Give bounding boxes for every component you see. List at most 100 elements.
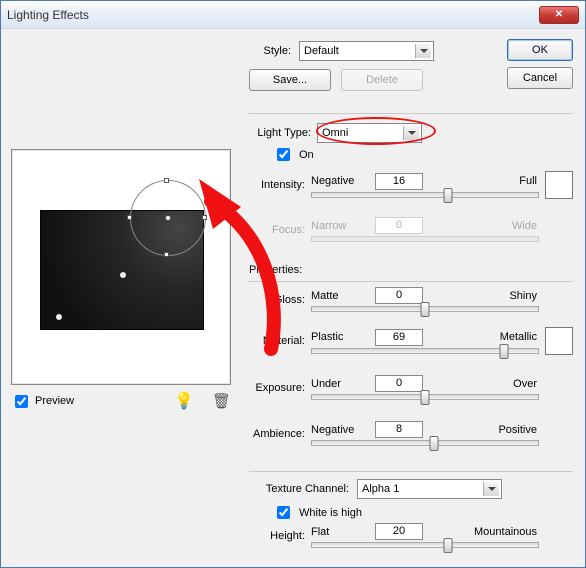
gloss-label: Gloss:	[249, 294, 311, 306]
material-max-label: Metallic	[427, 331, 539, 343]
material-min-label: Plastic	[311, 331, 371, 343]
close-button[interactable]: ✕	[539, 6, 579, 24]
focus-row: Focus: Narrow 0 Wide	[249, 217, 573, 242]
dialog-buttons: OK Cancel	[507, 39, 573, 95]
light-dot	[120, 272, 126, 278]
divider	[249, 113, 573, 114]
chevron-down-icon	[415, 44, 431, 58]
trash-icon[interactable]: 🗑	[212, 392, 231, 410]
height-min-label: Flat	[311, 526, 371, 538]
intensity-max-label: Full	[427, 175, 539, 187]
on-label: On	[299, 149, 314, 161]
white-is-high-label: White is high	[299, 507, 362, 519]
gloss-value[interactable]: 0	[375, 287, 423, 304]
material-slider[interactable]	[311, 348, 539, 354]
chevron-down-icon	[483, 482, 499, 496]
titlebar[interactable]: Lighting Effects ✕	[1, 1, 585, 29]
intensity-slider[interactable]	[311, 192, 539, 198]
material-row: Material: Plastic 69 Metallic	[249, 327, 573, 355]
lightbulb-icon[interactable]: 💡	[174, 391, 194, 411]
chevron-down-icon	[403, 126, 419, 140]
divider	[249, 471, 573, 472]
style-value: Default	[304, 45, 339, 57]
texture-channel-value: Alpha 1	[362, 483, 399, 495]
style-row: Style: Default	[249, 41, 434, 61]
delete-button: Delete	[341, 69, 423, 91]
ok-button[interactable]: OK	[507, 39, 573, 61]
ambience-slider[interactable]	[311, 440, 539, 446]
texture-channel-select[interactable]: Alpha 1	[357, 479, 502, 499]
exposure-row: Exposure: Under 0 Over	[249, 375, 573, 400]
divider	[249, 281, 573, 282]
properties-label: Properties:	[249, 264, 302, 276]
preview-panel: Preview 💡 🗑	[11, 149, 231, 411]
ambience-max-label: Positive	[427, 424, 539, 436]
height-slider[interactable]	[311, 542, 539, 548]
close-icon: ✕	[555, 9, 563, 20]
gloss-row: Gloss: Matte 0 Shiny	[249, 287, 573, 312]
gloss-slider[interactable]	[311, 306, 539, 312]
height-max-label: Mountainous	[427, 526, 539, 538]
light-dot	[56, 314, 62, 320]
preview-checkbox-row: Preview	[11, 392, 74, 411]
light-type-row: Light Type: Omni	[249, 123, 422, 143]
gloss-min-label: Matte	[311, 290, 371, 302]
height-value[interactable]: 20	[375, 523, 423, 540]
light-handle[interactable]	[164, 178, 169, 183]
focus-min-label: Narrow	[311, 220, 371, 232]
white-is-high-row: White is high	[273, 503, 362, 522]
dialog-content: OK Cancel Style: Default Save... Delete …	[1, 29, 585, 567]
slider-thumb[interactable]	[443, 188, 452, 203]
texture-channel-label: Texture Channel:	[249, 483, 349, 495]
light-center-handle[interactable]	[165, 215, 171, 221]
intensity-value[interactable]: 16	[375, 173, 423, 190]
ambience-label: Ambience:	[249, 428, 311, 440]
slider-thumb[interactable]	[430, 436, 439, 451]
light-type-select[interactable]: Omni	[317, 123, 422, 143]
ambience-min-label: Negative	[311, 424, 371, 436]
light-type-value: Omni	[322, 127, 348, 139]
slider-thumb[interactable]	[500, 344, 509, 359]
slider-thumb[interactable]	[421, 390, 430, 405]
light-color-swatch[interactable]	[545, 171, 573, 199]
slider-thumb[interactable]	[421, 302, 430, 317]
preview-checkbox[interactable]	[15, 395, 28, 408]
light-handle[interactable]	[202, 215, 207, 220]
exposure-value[interactable]: 0	[375, 375, 423, 392]
save-button[interactable]: Save...	[249, 69, 331, 91]
focus-slider	[311, 236, 539, 242]
intensity-min-label: Negative	[311, 175, 371, 187]
style-select[interactable]: Default	[299, 41, 434, 61]
exposure-max-label: Over	[427, 378, 539, 390]
preview-tools: Preview 💡 🗑	[11, 391, 231, 411]
ambient-color-swatch[interactable]	[545, 327, 573, 355]
focus-value: 0	[375, 217, 423, 234]
light-handle[interactable]	[164, 252, 169, 257]
exposure-label: Exposure:	[249, 382, 311, 394]
exposure-min-label: Under	[311, 378, 371, 390]
height-label: Height:	[249, 530, 311, 542]
texture-channel-row: Texture Channel: Alpha 1	[249, 479, 502, 499]
preview-label: Preview	[35, 395, 74, 407]
white-is-high-checkbox[interactable]	[277, 506, 290, 519]
height-row: Height: Flat 20 Mountainous	[249, 523, 573, 548]
on-row: On	[273, 145, 314, 164]
intensity-row: Intensity: Negative 16 Full	[249, 171, 573, 199]
on-checkbox[interactable]	[277, 148, 290, 161]
material-value[interactable]: 69	[375, 329, 423, 346]
gloss-max-label: Shiny	[427, 290, 539, 302]
window-title: Lighting Effects	[7, 8, 539, 22]
ambience-value[interactable]: 8	[375, 421, 423, 438]
intensity-label: Intensity:	[249, 179, 311, 191]
light-type-label: Light Type:	[249, 127, 311, 139]
style-label: Style:	[249, 45, 291, 57]
preview-canvas[interactable]	[11, 149, 231, 385]
lighting-effects-dialog: Lighting Effects ✕ OK Cancel Style: Defa…	[0, 0, 586, 568]
cancel-button[interactable]: Cancel	[507, 67, 573, 89]
exposure-slider[interactable]	[311, 394, 539, 400]
ambience-row: Ambience: Negative 8 Positive	[249, 421, 573, 446]
save-delete-row: Save... Delete	[249, 69, 423, 97]
material-label: Material:	[249, 335, 311, 347]
slider-thumb[interactable]	[443, 538, 452, 553]
light-handle[interactable]	[127, 215, 132, 220]
